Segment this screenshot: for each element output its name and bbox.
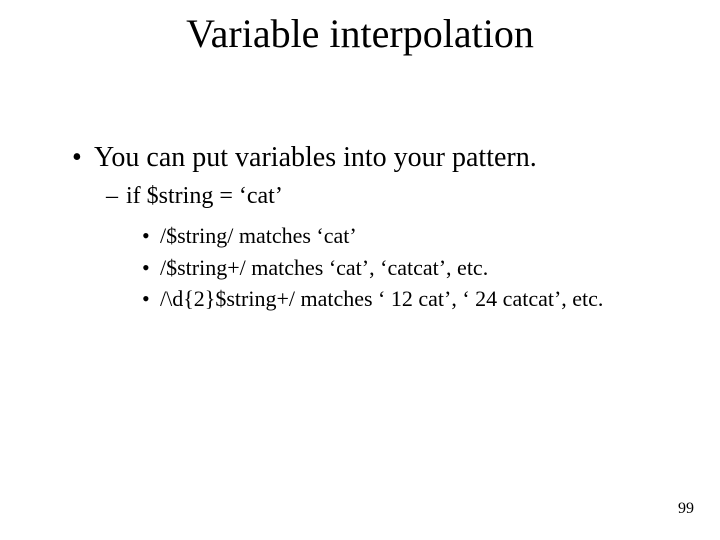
bullet-level1: •You can put variables into your pattern… — [72, 140, 672, 175]
slide-body: •You can put variables into your pattern… — [72, 140, 672, 316]
bullet-level3: •/$string+/ matches ‘cat’, ‘catcat’, etc… — [142, 253, 672, 283]
bullet-level3-group: •/$string/ matches ‘cat’ •/$string+/ mat… — [142, 221, 672, 314]
bullet-level3-text: /$string/ matches ‘cat’ — [160, 223, 357, 248]
bullet-dot-icon: • — [72, 140, 94, 175]
bullet-level2: –if $string = ‘cat’ — [106, 181, 672, 211]
bullet-level3: •/\d{2}$string+/ matches ‘ 12 cat’, ‘ 24… — [142, 284, 672, 314]
dash-icon: – — [106, 181, 126, 211]
page-number: 99 — [678, 500, 694, 518]
bullet-level3-text: /\d{2}$string+/ matches ‘ 12 cat’, ‘ 24 … — [160, 286, 603, 311]
bullet-dot-icon: • — [142, 221, 160, 251]
bullet-dot-icon: • — [142, 284, 160, 314]
bullet-level3-text: /$string+/ matches ‘cat’, ‘catcat’, etc. — [160, 255, 488, 280]
slide: Variable interpolation •You can put vari… — [0, 0, 720, 540]
bullet-level3: •/$string/ matches ‘cat’ — [142, 221, 672, 251]
bullet-level2-text: if $string = ‘cat’ — [126, 183, 283, 209]
bullet-level1-text: You can put variables into your pattern. — [94, 142, 537, 173]
slide-title: Variable interpolation — [0, 10, 720, 57]
bullet-dot-icon: • — [142, 253, 160, 283]
